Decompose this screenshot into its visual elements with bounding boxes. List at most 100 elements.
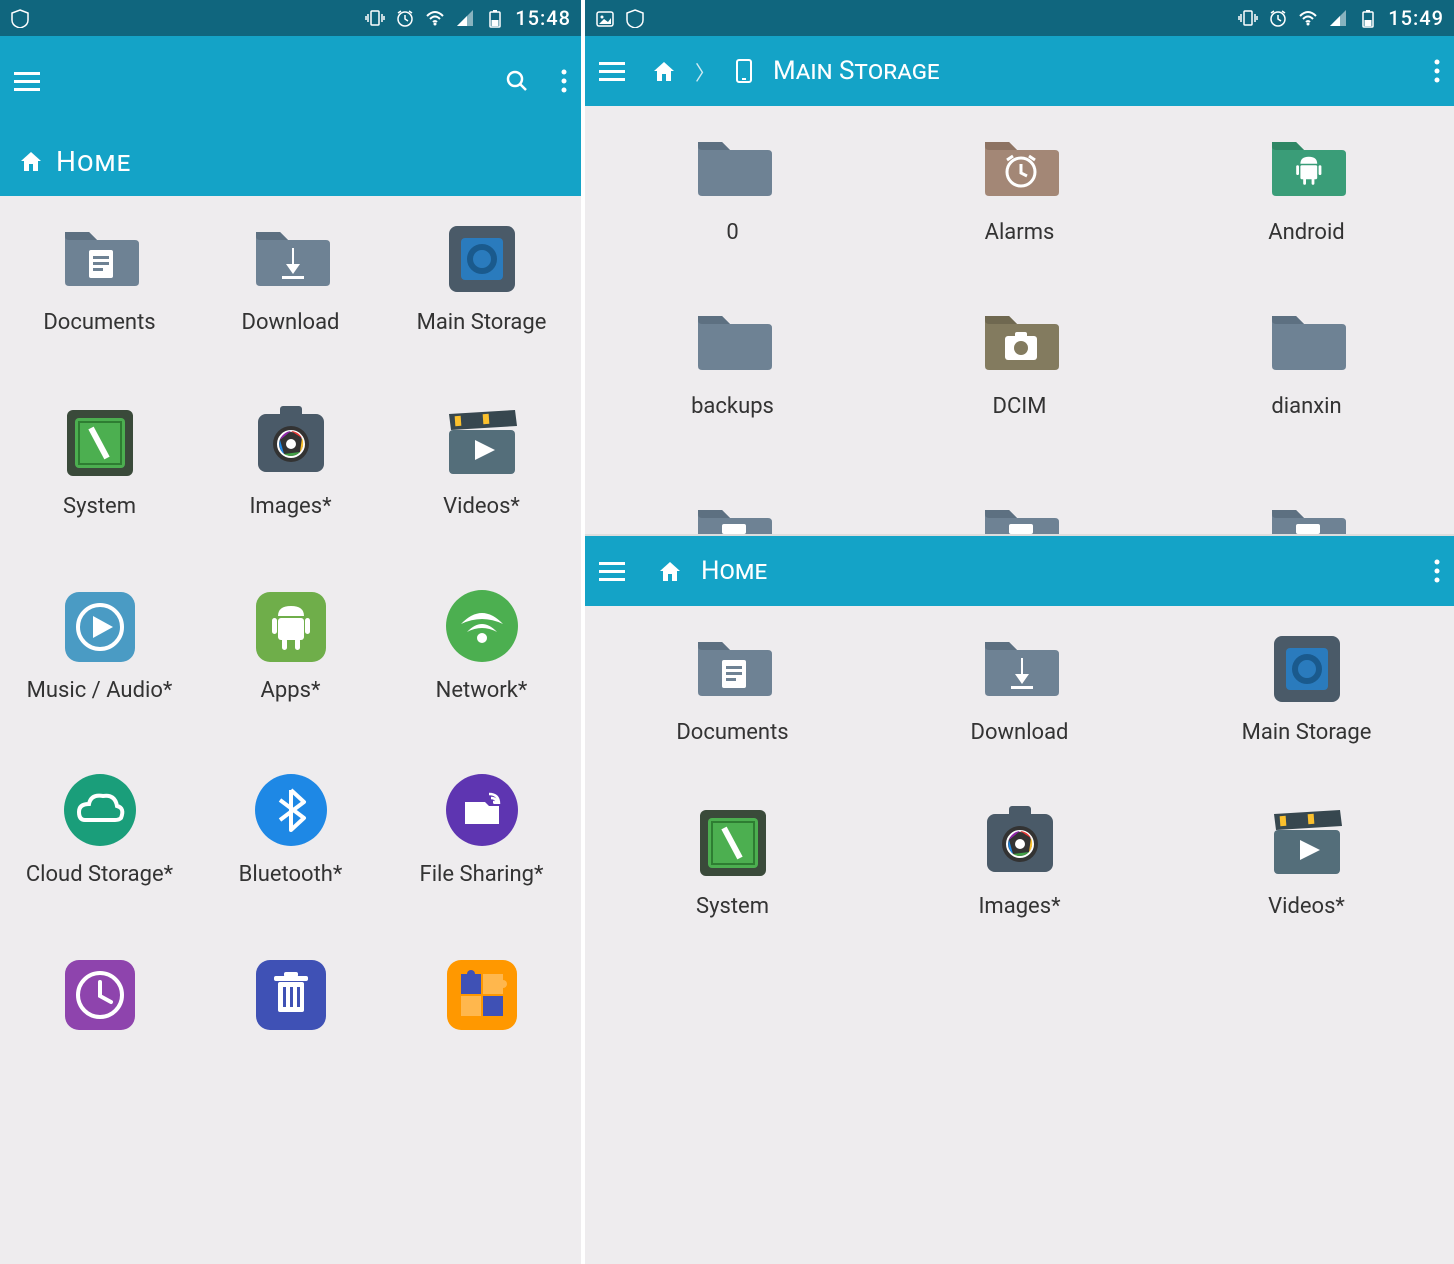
item-main-storage[interactable]: Main Storage bbox=[1163, 626, 1450, 796]
signal-icon bbox=[1328, 8, 1348, 28]
bluetooth-icon bbox=[250, 768, 332, 850]
menu-icon[interactable] bbox=[14, 70, 40, 92]
menu-icon[interactable] bbox=[599, 60, 625, 82]
folder-dcim[interactable]: DCIM bbox=[876, 300, 1163, 470]
alarm-icon bbox=[395, 8, 415, 28]
documents-icon bbox=[59, 216, 141, 298]
status-time: 15:48 bbox=[515, 6, 571, 30]
folder-icon bbox=[1266, 494, 1348, 534]
pane-bottom: Home Documents Download Main Storage Sys… bbox=[585, 534, 1454, 1264]
item-videos[interactable]: Videos* bbox=[386, 400, 577, 580]
item-plugins[interactable] bbox=[386, 952, 577, 1132]
folder-0[interactable]: 0 bbox=[589, 126, 876, 296]
item-main-storage[interactable]: Main Storage bbox=[386, 216, 577, 396]
item-download[interactable]: Download bbox=[876, 626, 1163, 796]
grid-bottom: Documents Download Main Storage System I… bbox=[585, 606, 1454, 1264]
recent-icon bbox=[59, 952, 141, 1034]
phone-left: 15:48 Home Documents Download Main Stora… bbox=[0, 0, 585, 1264]
plugins-icon bbox=[441, 952, 523, 1034]
videos-icon bbox=[1266, 800, 1348, 882]
item-apps[interactable]: Apps* bbox=[195, 584, 386, 764]
item-music[interactable]: Music / Audio* bbox=[4, 584, 195, 764]
home-icon[interactable] bbox=[651, 59, 677, 83]
grid-top: 0 Alarms Android backups DCIM dianxin bbox=[585, 106, 1454, 534]
signal-icon bbox=[455, 8, 475, 28]
trash-icon bbox=[250, 952, 332, 1034]
folder-icon bbox=[692, 126, 774, 208]
folder-icon bbox=[979, 494, 1061, 534]
item-network[interactable]: Network* bbox=[386, 584, 577, 764]
phone-icon bbox=[733, 59, 755, 83]
folder-android[interactable]: Android bbox=[1163, 126, 1450, 296]
more-icon[interactable] bbox=[561, 69, 567, 93]
images-icon bbox=[979, 800, 1061, 882]
wifi-icon bbox=[1298, 8, 1318, 28]
vibrate-icon bbox=[1238, 8, 1258, 28]
documents-icon bbox=[692, 626, 774, 708]
breadcrumb-title: Home bbox=[56, 145, 131, 178]
item-bluetooth[interactable]: Bluetooth* bbox=[195, 768, 386, 948]
folder-dianxin[interactable]: dianxin bbox=[1163, 300, 1450, 470]
item-filesharing[interactable]: File Sharing* bbox=[386, 768, 577, 948]
pane-top: 〉 Main Storage 0 Alarms Android backups … bbox=[585, 36, 1454, 534]
videos-icon bbox=[441, 400, 523, 482]
folder-backups[interactable]: backups bbox=[589, 300, 876, 470]
item-documents[interactable]: Documents bbox=[4, 216, 195, 396]
system-icon bbox=[59, 400, 141, 482]
folder-partial-3[interactable] bbox=[1163, 474, 1450, 534]
appbar-top: 〉 Main Storage bbox=[585, 36, 1454, 106]
more-icon[interactable] bbox=[1434, 559, 1440, 583]
item-download[interactable]: Download bbox=[195, 216, 386, 396]
vibrate-icon bbox=[365, 8, 385, 28]
breadcrumb-left: Home bbox=[0, 126, 581, 196]
item-documents[interactable]: Documents bbox=[589, 626, 876, 796]
appbar-bottom: Home bbox=[585, 536, 1454, 606]
home-icon[interactable] bbox=[657, 559, 683, 583]
menu-icon[interactable] bbox=[599, 560, 625, 582]
phone-right: 15:49 〉 Main Storage 0 Alarms Android ba… bbox=[585, 0, 1454, 1264]
shield-icon bbox=[10, 8, 30, 28]
more-icon[interactable] bbox=[1434, 59, 1440, 83]
battery-icon bbox=[1358, 8, 1378, 28]
android-folder-icon bbox=[1266, 126, 1348, 208]
dcim-folder-icon bbox=[979, 300, 1061, 382]
network-icon bbox=[441, 584, 523, 666]
alarms-folder-icon bbox=[979, 126, 1061, 208]
music-icon bbox=[59, 584, 141, 666]
item-cloud[interactable]: Cloud Storage* bbox=[4, 768, 195, 948]
main-storage-icon bbox=[1266, 626, 1348, 708]
chevron-right-icon: 〉 bbox=[695, 57, 715, 86]
apps-icon bbox=[250, 584, 332, 666]
item-system[interactable]: System bbox=[4, 400, 195, 580]
breadcrumb-title: Main Storage bbox=[773, 56, 940, 86]
download-icon bbox=[979, 626, 1061, 708]
image-notif-icon bbox=[595, 8, 615, 28]
folder-alarms[interactable]: Alarms bbox=[876, 126, 1163, 296]
battery-icon bbox=[485, 8, 505, 28]
folder-icon bbox=[692, 300, 774, 382]
item-images[interactable]: Images* bbox=[195, 400, 386, 580]
filesharing-icon bbox=[441, 768, 523, 850]
download-icon bbox=[250, 216, 332, 298]
statusbar-left: 15:48 bbox=[0, 0, 581, 36]
item-system[interactable]: System bbox=[589, 800, 876, 970]
appbar-left bbox=[0, 36, 581, 126]
folder-partial-1[interactable] bbox=[589, 474, 876, 534]
item-videos[interactable]: Videos* bbox=[1163, 800, 1450, 970]
main-storage-icon bbox=[441, 216, 523, 298]
statusbar-right: 15:49 bbox=[585, 0, 1454, 36]
item-recent[interactable] bbox=[4, 952, 195, 1132]
status-time: 15:49 bbox=[1388, 6, 1444, 30]
item-trash[interactable] bbox=[195, 952, 386, 1132]
grid-left: Documents Download Main Storage System I… bbox=[0, 196, 581, 1264]
item-images[interactable]: Images* bbox=[876, 800, 1163, 970]
folder-partial-2[interactable] bbox=[876, 474, 1163, 534]
wifi-icon bbox=[425, 8, 445, 28]
search-icon[interactable] bbox=[505, 69, 529, 93]
system-icon bbox=[692, 800, 774, 882]
home-icon[interactable] bbox=[18, 149, 44, 173]
folder-icon bbox=[1266, 300, 1348, 382]
breadcrumb-title: Home bbox=[701, 556, 767, 586]
folder-icon bbox=[692, 494, 774, 534]
cloud-icon bbox=[59, 768, 141, 850]
